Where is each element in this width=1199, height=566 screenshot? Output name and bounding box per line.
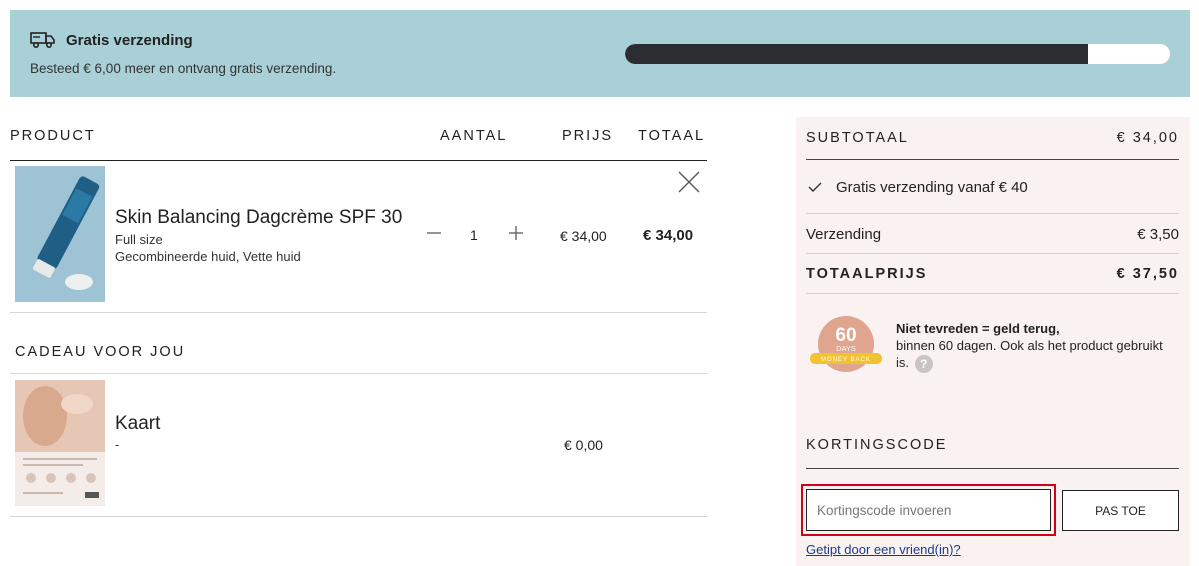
header-total: TOTAAL [638,128,706,144]
subtotal-label: SUBTOTAAL [806,130,909,146]
close-icon [678,171,700,193]
remove-item-button[interactable] [677,170,701,194]
product-name[interactable]: Skin Balancing Dagcrème SPF 30 [115,207,402,229]
gift-name: Kaart [115,413,161,434]
increase-quantity-button[interactable] [505,222,527,244]
subtotal-divider [806,159,1179,160]
money-back-heading: Niet tevreden = geld terug, [896,321,1060,336]
product-total: € 34,00 [643,227,694,244]
badge-days: DAYS [836,344,856,353]
order-summary: SUBTOTAAL € 34,00 Gratis verzending vana… [796,117,1190,566]
plus-icon [509,226,523,240]
gift-divider [10,516,707,517]
gift-card-image [15,380,105,506]
product-size: Full size [115,232,163,247]
product-skin-type: Gecombineerde huid, Vette huid [115,249,301,264]
gift-section-title: CADEAU VOOR JOU [15,344,186,360]
header-quantity: AANTAL [440,128,508,144]
free-shipping-divider [806,213,1179,214]
header-divider [10,160,707,161]
product-image[interactable] [15,166,105,302]
decrease-quantity-button[interactable] [423,222,445,244]
shipping-label: Verzending [806,226,882,243]
subtotal-row: SUBTOTAAL € 34,00 [806,130,1179,146]
free-shipping-note: Gratis verzending vanaf € 40 [836,179,1028,196]
gift-header-divider [10,373,707,374]
gift-price: € 0,00 [564,437,603,453]
total-row: TOTAALPRIJS € 37,50 [806,266,1179,282]
shipping-progress-bar [625,44,1170,64]
apply-discount-button[interactable]: PAS TOE [1062,490,1179,531]
badge-ribbon: MONEY BACK [821,357,871,363]
product-divider [10,312,707,313]
total-divider [806,293,1179,294]
total-value: € 37,50 [1116,266,1179,282]
truck-icon [30,32,55,49]
shipping-value: € 3,50 [1137,226,1179,243]
shipping-divider [806,253,1179,254]
banner-subtitle: Besteed € 6,00 meer en ontvang gratis ve… [30,61,337,76]
shipping-progress-fill [625,44,1089,64]
help-icon[interactable]: ? [914,354,933,373]
discount-divider [806,468,1179,469]
check-icon [808,182,822,192]
banner-title: Gratis verzending [66,32,193,49]
badge-number: 60 [835,325,856,346]
money-back-text: Niet tevreden = geld terug, binnen 60 da… [896,320,1166,373]
header-product: PRODUCT [10,128,96,144]
discount-code-input[interactable] [806,489,1051,531]
subtotal-value: € 34,00 [1116,130,1179,146]
product-price: € 34,00 [560,228,607,244]
quantity-value: 1 [470,227,478,243]
discount-title: KORTINGSCODE [806,437,948,453]
minus-icon [427,232,441,234]
gift-meta: - [115,437,120,452]
shipping-row: Verzending € 3,50 [806,226,1179,243]
total-label: TOTAALPRIJS [806,266,928,282]
discount-focus-outline [801,484,1056,536]
header-price: PRIJS [562,128,614,144]
free-shipping-banner: Gratis verzending Besteed € 6,00 meer en… [10,10,1190,97]
money-back-badge: 60 DAYS MONEY BACK [810,316,882,372]
money-back-body: binnen 60 dagen. Ook als het product geb… [896,338,1163,370]
referral-link[interactable]: Getipt door een vriend(in)? [806,542,961,557]
